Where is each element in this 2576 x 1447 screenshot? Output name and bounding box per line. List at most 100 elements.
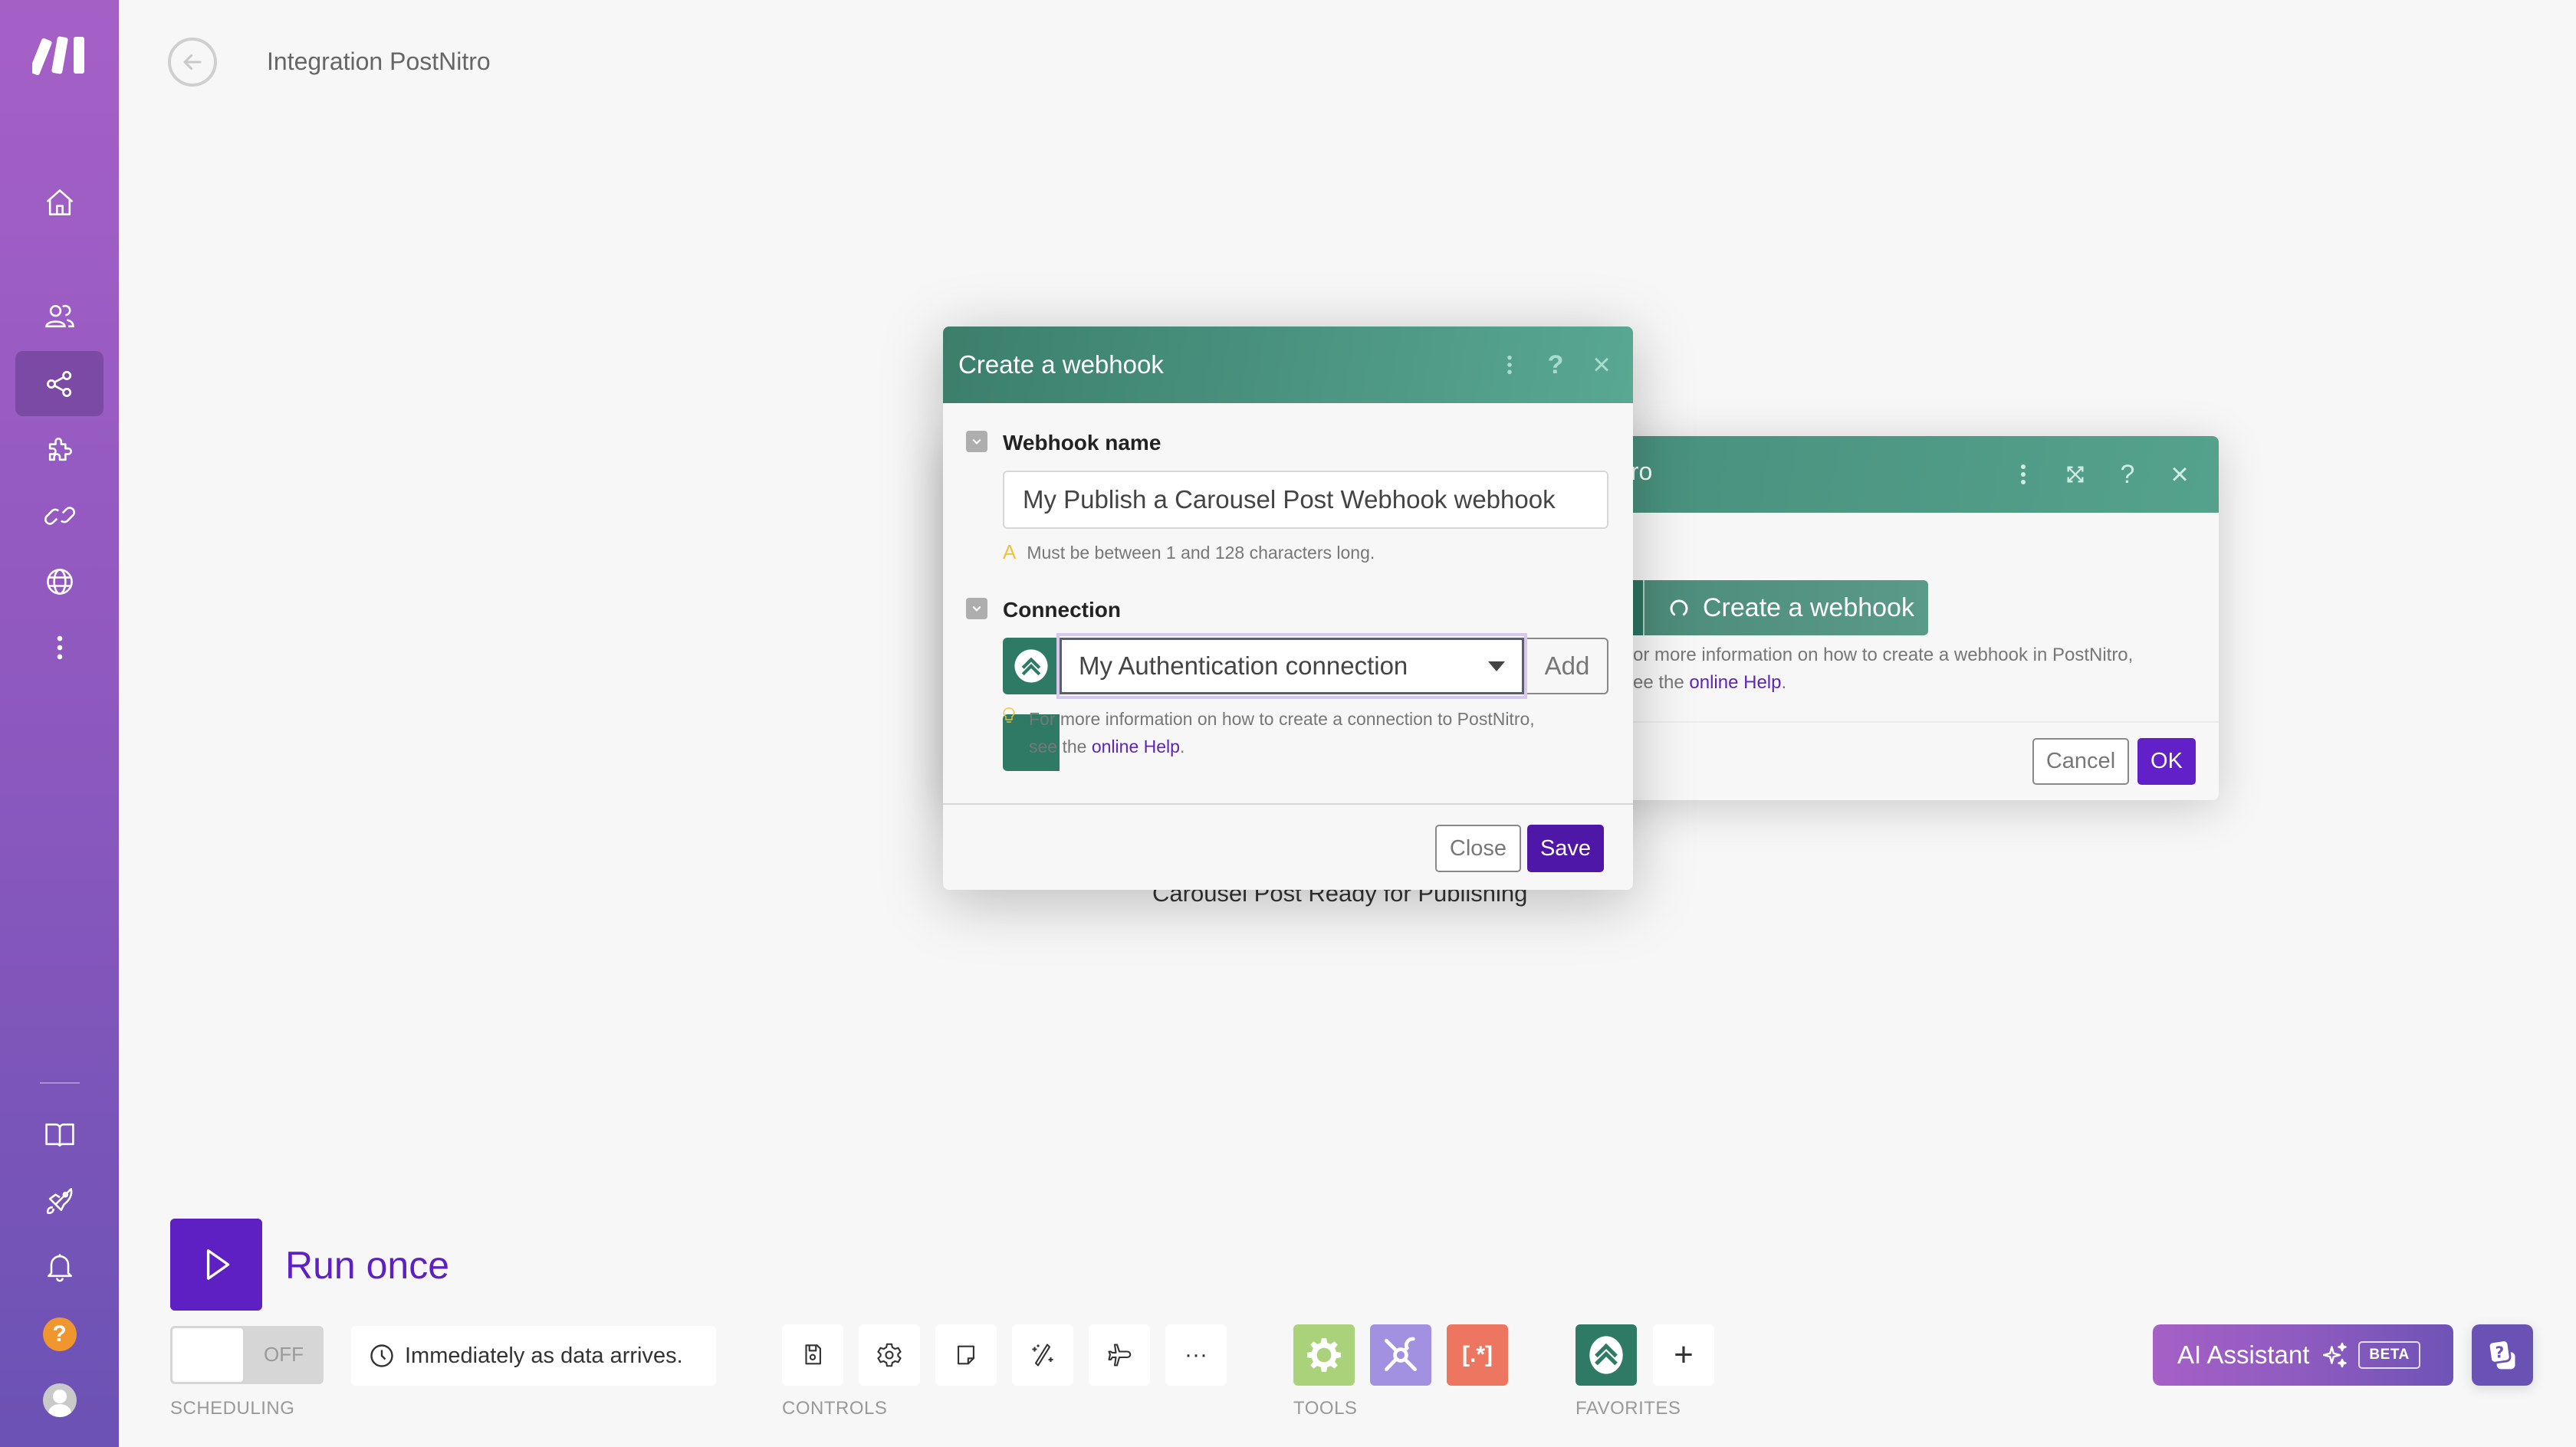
book-icon [44,1123,74,1147]
dialog-title: Create a webhook [958,350,1164,379]
users-icon [44,304,74,327]
explain-flow-button[interactable] [1089,1324,1150,1386]
tools-group-label: TOOLS [1293,1398,1358,1419]
regex-text-parser-icon: [.*] [1462,1342,1493,1367]
gear-tool-icon [1307,1338,1341,1372]
toggle-knob [172,1328,243,1382]
clock-icon [370,1344,393,1367]
add-connection-button[interactable]: Add [1527,638,1608,694]
help-icon[interactable]: ? [2116,460,2139,489]
chevron-down-icon [972,605,981,612]
maximize-icon[interactable] [2064,461,2087,488]
close-icon[interactable]: × [1590,348,1613,382]
share-icon [46,370,71,397]
webhook-name-input[interactable]: My Publish a Carousel Post Webhook webho… [1003,471,1608,529]
sidebar-item-scenarios[interactable] [15,351,104,416]
page-title: Integration PostNitro [267,48,491,75]
connection-select[interactable]: My Authentication connection [1060,638,1524,694]
avatar-icon [42,1383,77,1417]
sidebar-item-documentation[interactable] [15,1101,104,1166]
ai-assistant-label: AI Assistant [2177,1340,2310,1369]
online-help-link[interactable]: online Help [1689,672,1781,693]
collapse-connection-toggle[interactable] [966,598,987,619]
arrow-left-icon [183,54,202,71]
tools-button[interactable] [1370,1324,1431,1386]
save-button[interactable]: Save [1527,825,1604,872]
sidebar-item-webhooks[interactable] [15,549,104,614]
sidebar-item-whats-new[interactable] [15,1167,104,1232]
help-icon[interactable]: ? [1544,350,1567,379]
postnitro-icon [1003,638,1060,694]
bell-icon [47,1253,72,1282]
add-favorite-button[interactable]: + [1653,1324,1714,1386]
ai-assistant-button[interactable]: AI Assistant BETA [2153,1324,2453,1386]
rocket-icon [46,1187,72,1214]
note-icon [958,1345,974,1365]
more-vertical-icon [57,635,62,659]
ok-button[interactable]: OK [2137,738,2196,785]
sparkles-icon [2323,1342,2348,1368]
link-icon [44,506,75,525]
dialog-header: Create a webhook ? × [943,326,1633,403]
flow-control-tool-button[interactable] [1293,1324,1355,1386]
run-once-button[interactable] [170,1219,262,1311]
magic-wand-icon [1032,1344,1053,1367]
help-chat-button[interactable]: ? [2472,1324,2533,1386]
create-webhook-label: Create a webhook [1703,592,1914,622]
more-vertical-icon[interactable] [1498,351,1521,379]
puzzle-icon [48,437,72,461]
auto-align-button[interactable] [1012,1324,1073,1386]
scheduling-group-label: SCHEDULING [170,1398,295,1419]
close-icon[interactable]: × [2168,458,2191,491]
sidebar-item-help[interactable]: ? [15,1301,104,1367]
scheduling-toggle[interactable]: OFF [170,1326,324,1384]
schedule-text: Immediately as data arrives. [405,1343,683,1368]
text-parser-button[interactable]: [.*] [1447,1324,1508,1386]
svg-text:?: ? [2495,1344,2504,1362]
connection-label: Connection [1003,598,1121,622]
more-vertical-icon[interactable] [2012,461,2035,488]
favorite-postnitro-button[interactable] [1576,1324,1637,1386]
warning-icon: A [1003,540,1017,563]
sidebar: ? [0,0,119,1447]
help-note: or more information on how to create a w… [1633,645,2134,693]
postnitro-icon [1589,1336,1623,1374]
sidebar-divider [40,1082,80,1084]
online-help-link[interactable]: online Help [1092,737,1180,756]
wrench-tools-icon [1385,1337,1417,1371]
save-scenario-button[interactable] [782,1324,843,1386]
lightbulb-icon [1003,705,1029,760]
sidebar-item-home[interactable] [15,170,104,235]
sidebar-item-profile[interactable] [15,1367,104,1432]
toggle-state: OFF [264,1343,304,1366]
create-webhook-button[interactable]: Create a webhook [1644,580,1928,635]
save-icon [805,1344,821,1365]
close-button[interactable]: Close [1435,825,1521,872]
notes-button[interactable] [935,1324,997,1386]
collapse-webhook-name-toggle[interactable] [966,431,987,452]
help-icon: ? [42,1317,77,1351]
more-controls-button[interactable]: ··· [1165,1324,1227,1386]
back-button[interactable] [168,38,217,87]
make-logo-icon[interactable] [29,34,90,77]
controls-group-label: CONTROLS [782,1398,888,1419]
webhook-name-hint: A Must be between 1 and 128 characters lo… [1003,540,1375,563]
create-webhook-dialog: Create a webhook ? × Webhook name My Pub… [943,326,1633,890]
spinner-icon [1670,599,1688,616]
caret-down-icon [1488,661,1505,671]
chevron-down-icon [972,438,981,445]
airplane-icon [1108,1344,1132,1367]
run-once-label[interactable]: Run once [285,1243,449,1288]
beta-badge: BETA [2358,1341,2420,1369]
sidebar-item-notifications[interactable] [15,1233,104,1298]
schedule-settings-button[interactable]: Immediately as data arrives. [351,1326,716,1386]
connection-select-value: My Authentication connection [1079,651,1408,680]
sidebar-item-more[interactable] [15,615,104,680]
sidebar-item-team[interactable] [15,284,104,349]
sidebar-item-apps[interactable] [15,417,104,482]
cancel-button[interactable]: Cancel [2032,738,2129,785]
scenario-settings-button[interactable] [859,1324,920,1386]
help-chat-icon: ? [2487,1339,2515,1370]
sidebar-item-connections[interactable] [15,483,104,548]
webhook-name-label: Webhook name [1003,431,1162,454]
